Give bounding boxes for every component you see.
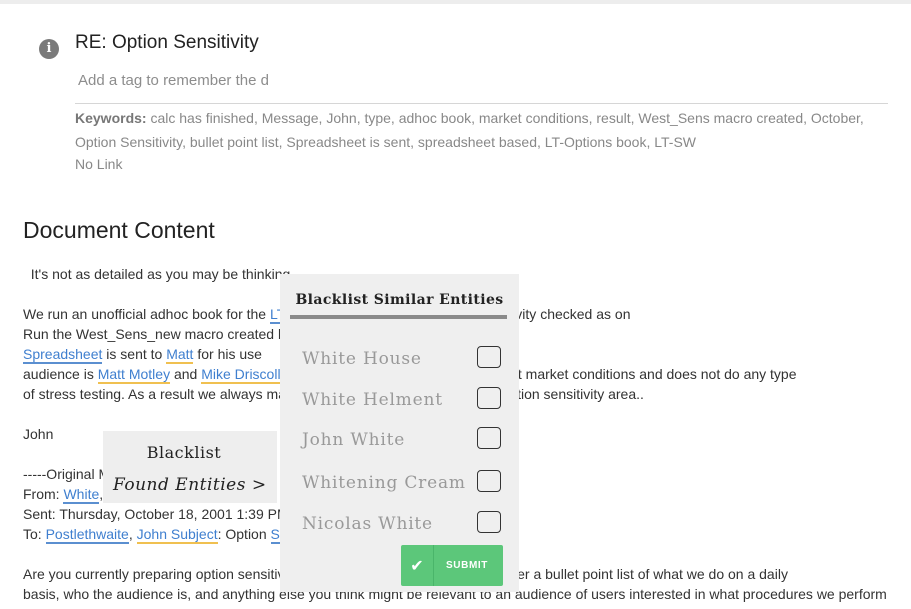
doc-text: To:: [23, 526, 46, 542]
blacklist-found-entities-button[interactable]: Blacklist Found Entities >: [103, 431, 277, 503]
entity-link[interactable]: Mike Driscoll: [201, 366, 281, 384]
entity-link[interactable]: S: [270, 526, 280, 544]
entity-option[interactable]: Nicolas White: [302, 508, 507, 542]
entity-checkbox[interactable]: [477, 511, 501, 533]
doc-text: for his use: [193, 346, 262, 362]
entity-checkbox[interactable]: [477, 346, 501, 368]
top-divider: [0, 0, 911, 4]
entity-option[interactable]: White House: [302, 343, 507, 377]
doc-text: From:: [23, 486, 64, 502]
entity-link[interactable]: White: [63, 486, 100, 504]
entity-option-label: White House: [302, 349, 422, 369]
entity-option-label: White Helment: [302, 390, 443, 410]
doc-text: is sent to: [102, 346, 167, 362]
keywords-list: calc has finished, Message, John, type, …: [75, 110, 864, 150]
panel-divider: [290, 315, 507, 319]
doc-text: Are you currently preparing option sensi…: [23, 566, 285, 582]
doc-text: ,: [128, 526, 137, 542]
submit-label: SUBMIT: [446, 560, 488, 571]
entity-link[interactable]: Spreadsheet: [23, 346, 103, 364]
doc-text: of stress testing. As a result we always…: [23, 386, 286, 402]
entity-link[interactable]: Matt: [166, 346, 194, 364]
entity-option-label: John White: [302, 430, 406, 450]
checkmark-icon: ✔: [401, 545, 434, 586]
info-icon[interactable]: i: [39, 39, 59, 59]
blacklist-panel: Blacklist Similar Entities White House W…: [280, 274, 519, 592]
found-entities-sublabel: Found Entities >: [113, 475, 267, 495]
entity-option-label: Whitening Cream: [302, 473, 466, 493]
entity-option[interactable]: White Helment: [302, 384, 507, 418]
doc-text: and: [170, 366, 202, 382]
entity-checkbox[interactable]: [477, 427, 501, 449]
tag-input-underline: [75, 103, 888, 104]
document-heading: Document Content: [23, 217, 215, 243]
entity-checkbox[interactable]: [477, 387, 501, 409]
entity-link[interactable]: Postlethwaite: [45, 526, 129, 544]
keywords: Keywords: calc has finished, Message, Jo…: [75, 106, 890, 154]
no-link-text: No Link: [75, 156, 123, 172]
page-title: RE: Option Sensitivity: [75, 32, 259, 53]
found-entities-label: Blacklist: [146, 443, 222, 462]
panel-title: Blacklist Similar Entities: [295, 292, 504, 308]
doc-text: Run the West_Sens_new macro created b: [23, 326, 286, 342]
entity-link[interactable]: John Subject: [136, 526, 218, 544]
entity-option-label: Nicolas White: [302, 514, 433, 534]
tag-input[interactable]: [75, 68, 278, 92]
entity-link[interactable]: Matt Motley: [97, 366, 171, 384]
entity-option[interactable]: Whitening Cream: [302, 467, 507, 501]
keywords-label: Keywords:: [75, 110, 147, 126]
doc-text: audience is: [23, 366, 98, 382]
submit-button[interactable]: ✔ SUBMIT: [401, 545, 503, 586]
entity-option[interactable]: John White: [302, 424, 507, 458]
doc-text: We run an unofficial adhoc book for the: [23, 306, 270, 322]
doc-text: : Option: [217, 526, 271, 542]
entity-checkbox[interactable]: [477, 470, 501, 492]
